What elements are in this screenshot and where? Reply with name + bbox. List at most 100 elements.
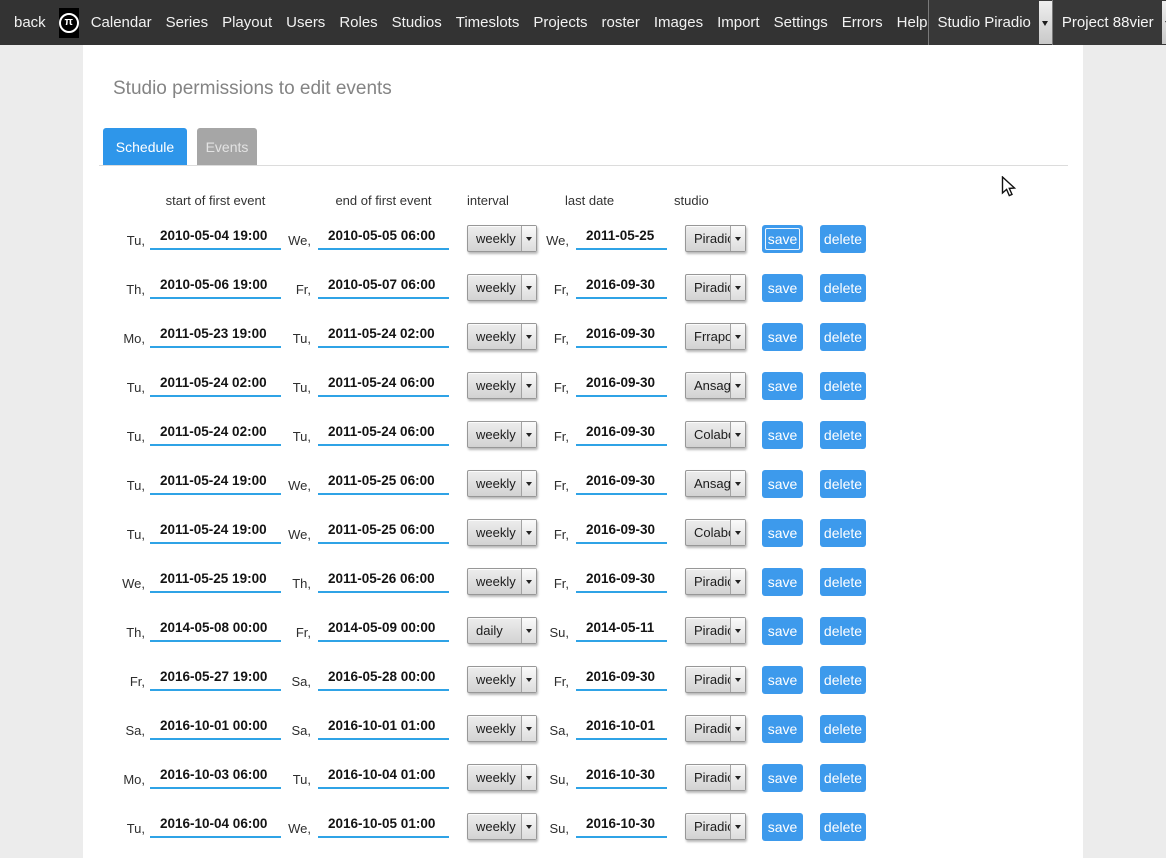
end-of-first-event-input[interactable] <box>318 371 449 397</box>
start-of-first-event-input[interactable] <box>150 567 281 593</box>
interval-select[interactable]: weekly <box>467 323 537 350</box>
last-date-input[interactable] <box>576 420 667 446</box>
delete-button[interactable]: delete <box>820 715 866 743</box>
save-button[interactable]: save <box>762 617 803 645</box>
last-date-input[interactable] <box>576 273 667 299</box>
tab-events[interactable]: Events <box>197 128 257 165</box>
delete-button[interactable]: delete <box>820 372 866 400</box>
nav-item-timeslots[interactable]: Timeslots <box>456 14 520 31</box>
end-of-first-event-input[interactable] <box>318 812 449 838</box>
last-date-input[interactable] <box>576 714 667 740</box>
interval-select[interactable]: weekly <box>467 764 537 791</box>
start-of-first-event-input[interactable] <box>150 420 281 446</box>
interval-select[interactable]: weekly <box>467 225 537 252</box>
save-button[interactable]: save <box>762 421 803 449</box>
nav-item-errors[interactable]: Errors <box>842 14 883 31</box>
nav-item-help[interactable]: Help <box>897 14 928 31</box>
delete-button[interactable]: delete <box>820 519 866 547</box>
save-button[interactable]: save <box>762 813 803 841</box>
nav-item-series[interactable]: Series <box>166 14 209 31</box>
nav-item-projects[interactable]: Projects <box>533 14 587 31</box>
end-of-first-event-input[interactable] <box>318 567 449 593</box>
last-date-input[interactable] <box>576 812 667 838</box>
piradio-logo[interactable]: π <box>59 8 79 38</box>
studio-row-select[interactable]: Piradio <box>685 274 746 301</box>
start-of-first-event-input[interactable] <box>150 812 281 838</box>
end-of-first-event-input[interactable] <box>318 469 449 495</box>
studio-row-select[interactable]: Frrapo <box>685 323 746 350</box>
start-of-first-event-input[interactable] <box>150 518 281 544</box>
start-of-first-event-input[interactable] <box>150 665 281 691</box>
end-of-first-event-input[interactable] <box>318 273 449 299</box>
studio-row-select[interactable]: Piradio <box>685 617 746 644</box>
studio-row-select[interactable]: Piradio <box>685 764 746 791</box>
save-button[interactable]: save <box>762 274 803 302</box>
nav-item-roster[interactable]: roster <box>602 14 640 31</box>
nav-item-roles[interactable]: Roles <box>339 14 377 31</box>
studio-row-select[interactable]: Ansage <box>685 470 746 497</box>
start-of-first-event-input[interactable] <box>150 322 281 348</box>
interval-select[interactable]: weekly <box>467 568 537 595</box>
interval-select[interactable]: weekly <box>467 274 537 301</box>
nav-item-playout[interactable]: Playout <box>222 14 272 31</box>
delete-button[interactable]: delete <box>820 421 866 449</box>
end-of-first-event-input[interactable] <box>318 420 449 446</box>
tab-schedule[interactable]: Schedule <box>103 128 187 165</box>
last-date-input[interactable] <box>576 567 667 593</box>
studio-row-select[interactable]: Colabo <box>685 421 746 448</box>
studio-row-select[interactable]: Colabo <box>685 519 746 546</box>
delete-button[interactable]: delete <box>820 666 866 694</box>
delete-button[interactable]: delete <box>820 764 866 792</box>
end-of-first-event-input[interactable] <box>318 763 449 789</box>
interval-select[interactable]: weekly <box>467 715 537 742</box>
nav-item-settings[interactable]: Settings <box>774 14 828 31</box>
nav-back-link[interactable]: back <box>14 14 46 31</box>
last-date-input[interactable] <box>576 224 667 250</box>
save-button[interactable]: save <box>762 225 803 253</box>
last-date-input[interactable] <box>576 665 667 691</box>
end-of-first-event-input[interactable] <box>318 665 449 691</box>
interval-select[interactable]: weekly <box>467 372 537 399</box>
last-date-input[interactable] <box>576 518 667 544</box>
studio-row-select[interactable]: Piradio <box>685 715 746 742</box>
nav-item-import[interactable]: Import <box>717 14 760 31</box>
interval-select[interactable]: weekly <box>467 470 537 497</box>
studio-row-select[interactable]: Piradio <box>685 568 746 595</box>
delete-button[interactable]: delete <box>820 617 866 645</box>
start-of-first-event-input[interactable] <box>150 469 281 495</box>
interval-select[interactable]: weekly <box>467 666 537 693</box>
end-of-first-event-input[interactable] <box>318 714 449 740</box>
start-of-first-event-input[interactable] <box>150 224 281 250</box>
start-of-first-event-input[interactable] <box>150 763 281 789</box>
last-date-input[interactable] <box>576 763 667 789</box>
start-of-first-event-input[interactable] <box>150 273 281 299</box>
studio-select[interactable]: Studio Piradio <box>928 0 1052 45</box>
studio-row-select[interactable]: Ansage <box>685 372 746 399</box>
end-of-first-event-input[interactable] <box>318 224 449 250</box>
studio-row-select[interactable]: Piradio <box>685 225 746 252</box>
save-button[interactable]: save <box>762 568 803 596</box>
save-button[interactable]: save <box>762 715 803 743</box>
project-select[interactable]: Project 88vier <box>1052 0 1166 45</box>
nav-item-calendar[interactable]: Calendar <box>91 14 152 31</box>
nav-item-images[interactable]: Images <box>654 14 703 31</box>
save-button[interactable]: save <box>762 372 803 400</box>
interval-select[interactable]: weekly <box>467 421 537 448</box>
nav-item-studios[interactable]: Studios <box>392 14 442 31</box>
last-date-input[interactable] <box>576 322 667 348</box>
delete-button[interactable]: delete <box>820 274 866 302</box>
end-of-first-event-input[interactable] <box>318 518 449 544</box>
start-of-first-event-input[interactable] <box>150 714 281 740</box>
end-of-first-event-input[interactable] <box>318 322 449 348</box>
studio-row-select[interactable]: Piradio <box>685 666 746 693</box>
studio-row-select[interactable]: Piradio <box>685 813 746 840</box>
delete-button[interactable]: delete <box>820 813 866 841</box>
save-button[interactable]: save <box>762 666 803 694</box>
start-of-first-event-input[interactable] <box>150 371 281 397</box>
last-date-input[interactable] <box>576 469 667 495</box>
delete-button[interactable]: delete <box>820 470 866 498</box>
save-button[interactable]: save <box>762 323 803 351</box>
save-button[interactable]: save <box>762 764 803 792</box>
last-date-input[interactable] <box>576 371 667 397</box>
interval-select[interactable]: daily <box>467 617 537 644</box>
